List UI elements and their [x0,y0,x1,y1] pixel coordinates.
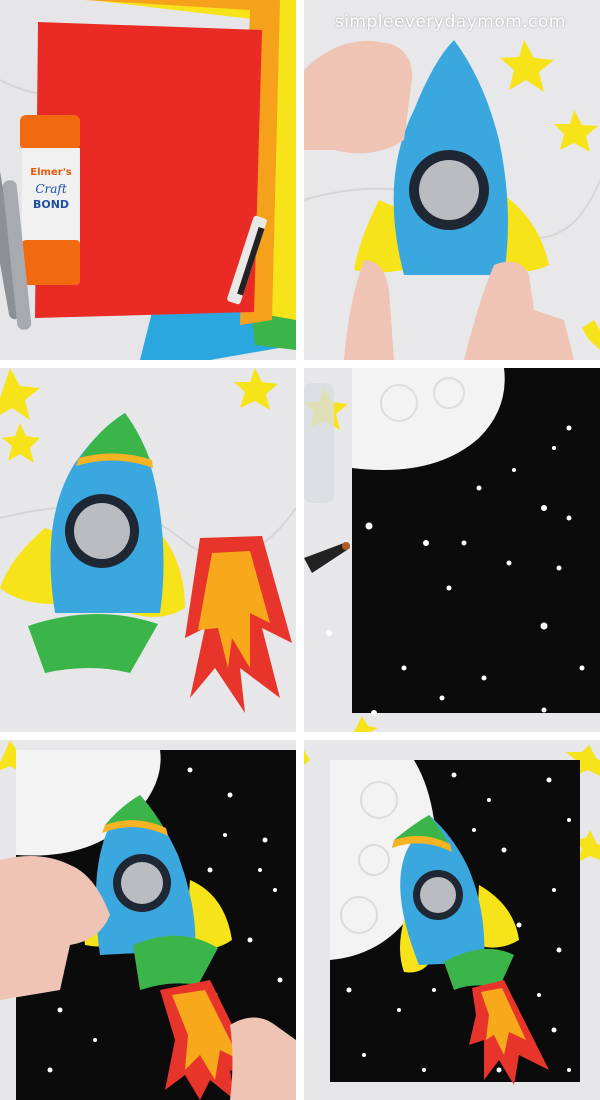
glue-brand-text: Elmer's [30,167,71,178]
step-5-gluing-rocket-photo [0,740,296,1100]
step-4-painting-stars-photo [304,368,600,732]
rocket-and-flame-illustration [0,368,296,732]
glue-label-line2: BOND [33,198,69,211]
gluing-rocket-illustration [0,740,296,1100]
rocket-window [420,877,456,913]
step-1-supplies-photo: Elmer's Craft BOND [0,0,296,360]
step-3-rocket-and-flame-photo [0,368,296,732]
glue-stick: Elmer's Craft BOND [20,115,80,285]
space-background-illustration [304,368,600,732]
rocket-window [419,160,479,220]
site-watermark: simpleeverydaymom.com [334,12,566,32]
rocket-window [74,503,130,559]
step-2-gluing-wings-photo: simpleeverydaymom.com [304,0,600,360]
step-6-finished-craft-photo [304,740,600,1100]
water-glass [304,383,334,503]
finished-craft-illustration [304,740,600,1100]
hand-top [304,40,413,154]
gluing-wings-illustration [304,0,600,360]
rocket-window [121,862,163,904]
supplies-illustration: Elmer's Craft BOND [0,0,296,360]
glue-label-line1: Craft [35,182,67,196]
